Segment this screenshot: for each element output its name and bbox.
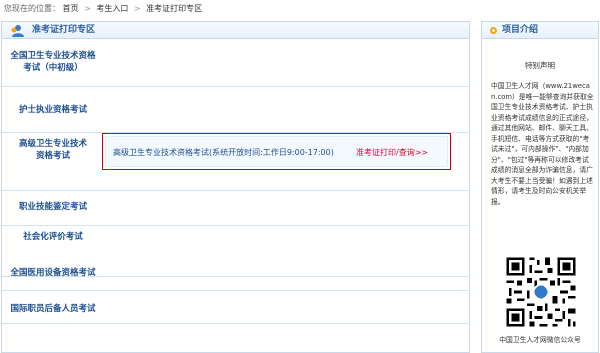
category-label: 资格考试	[35, 151, 70, 161]
category-label: 考试（中初级）	[23, 63, 83, 73]
panel-title: 项目介绍	[502, 25, 539, 35]
category-label: 社会化评价考试	[23, 232, 83, 242]
wechat-qr-code	[504, 255, 578, 329]
category-label: 全国卫生专业技术资格	[10, 51, 96, 61]
exam-popup: 高级卫生专业技术资格考试(系统开放时间:工作日9:00-17:00) 准考证打印…	[102, 133, 451, 170]
category-health-tech-mid-junior[interactable]: 全国卫生专业技术资格 考试（中初级）	[2, 39, 469, 87]
circle-bullet-icon	[490, 27, 497, 34]
qr-caption: 中国卫生人才网微信公众号	[499, 336, 581, 344]
category-nurse-license[interactable]: 护士执业资格考试	[2, 87, 469, 133]
popup-exam-text[interactable]: 高级卫生专业技术资格考试(系统开放时间:工作日9:00-17:00)	[113, 137, 334, 168]
breadcrumb-separator: >	[84, 4, 91, 13]
category-vocational-skill[interactable]: 职业技能鉴定考试	[2, 191, 469, 226]
category-international-staff[interactable]: 国际职员后备人员考试	[2, 291, 469, 324]
category-label: 高级卫生专业技术	[18, 139, 87, 149]
print-query-link[interactable]: 准考证打印/查询>>	[356, 137, 428, 168]
category-label: 职业技能鉴定考试	[18, 202, 87, 212]
panel-header: 准考证打印专区	[2, 22, 469, 39]
user-icon	[11, 25, 24, 37]
project-intro-panel: 项目介绍 特别声明 中国卫生人才网（www.21wecan.com）是唯一能够查…	[481, 21, 599, 353]
breadcrumb-prefix: 您现在的位置：	[4, 4, 60, 13]
category-medical-equipment[interactable]: 全国医用设备资格考试	[2, 255, 469, 291]
breadcrumb-home-link[interactable]: 首页	[63, 4, 79, 13]
admission-ticket-panel: 准考证打印专区 全国卫生专业技术资格 考试（中初级） 护士执业资格考试 高级卫生…	[1, 21, 470, 353]
notice-title: 特别声明	[525, 61, 555, 70]
panel-title: 准考证打印专区	[32, 25, 96, 35]
breadcrumb-current: 准考证打印专区	[146, 4, 203, 13]
category-label: 全国医用设备资格考试	[10, 268, 96, 278]
category-label: 国际职员后备人员考试	[10, 304, 96, 314]
category-label: 护士执业资格考试	[18, 105, 87, 115]
breadcrumb: 您现在的位置： 首页 > 考生入口 > 准考证打印专区	[4, 3, 202, 15]
panel-header: 项目介绍	[482, 22, 598, 39]
breadcrumb-separator: >	[133, 4, 141, 13]
breadcrumb-level1-link[interactable]: 考生入口	[96, 4, 128, 13]
notice-body: 中国卫生人才网（www.21wecan.com）是唯一能够查询并获取全国卫生专业…	[491, 82, 594, 206]
